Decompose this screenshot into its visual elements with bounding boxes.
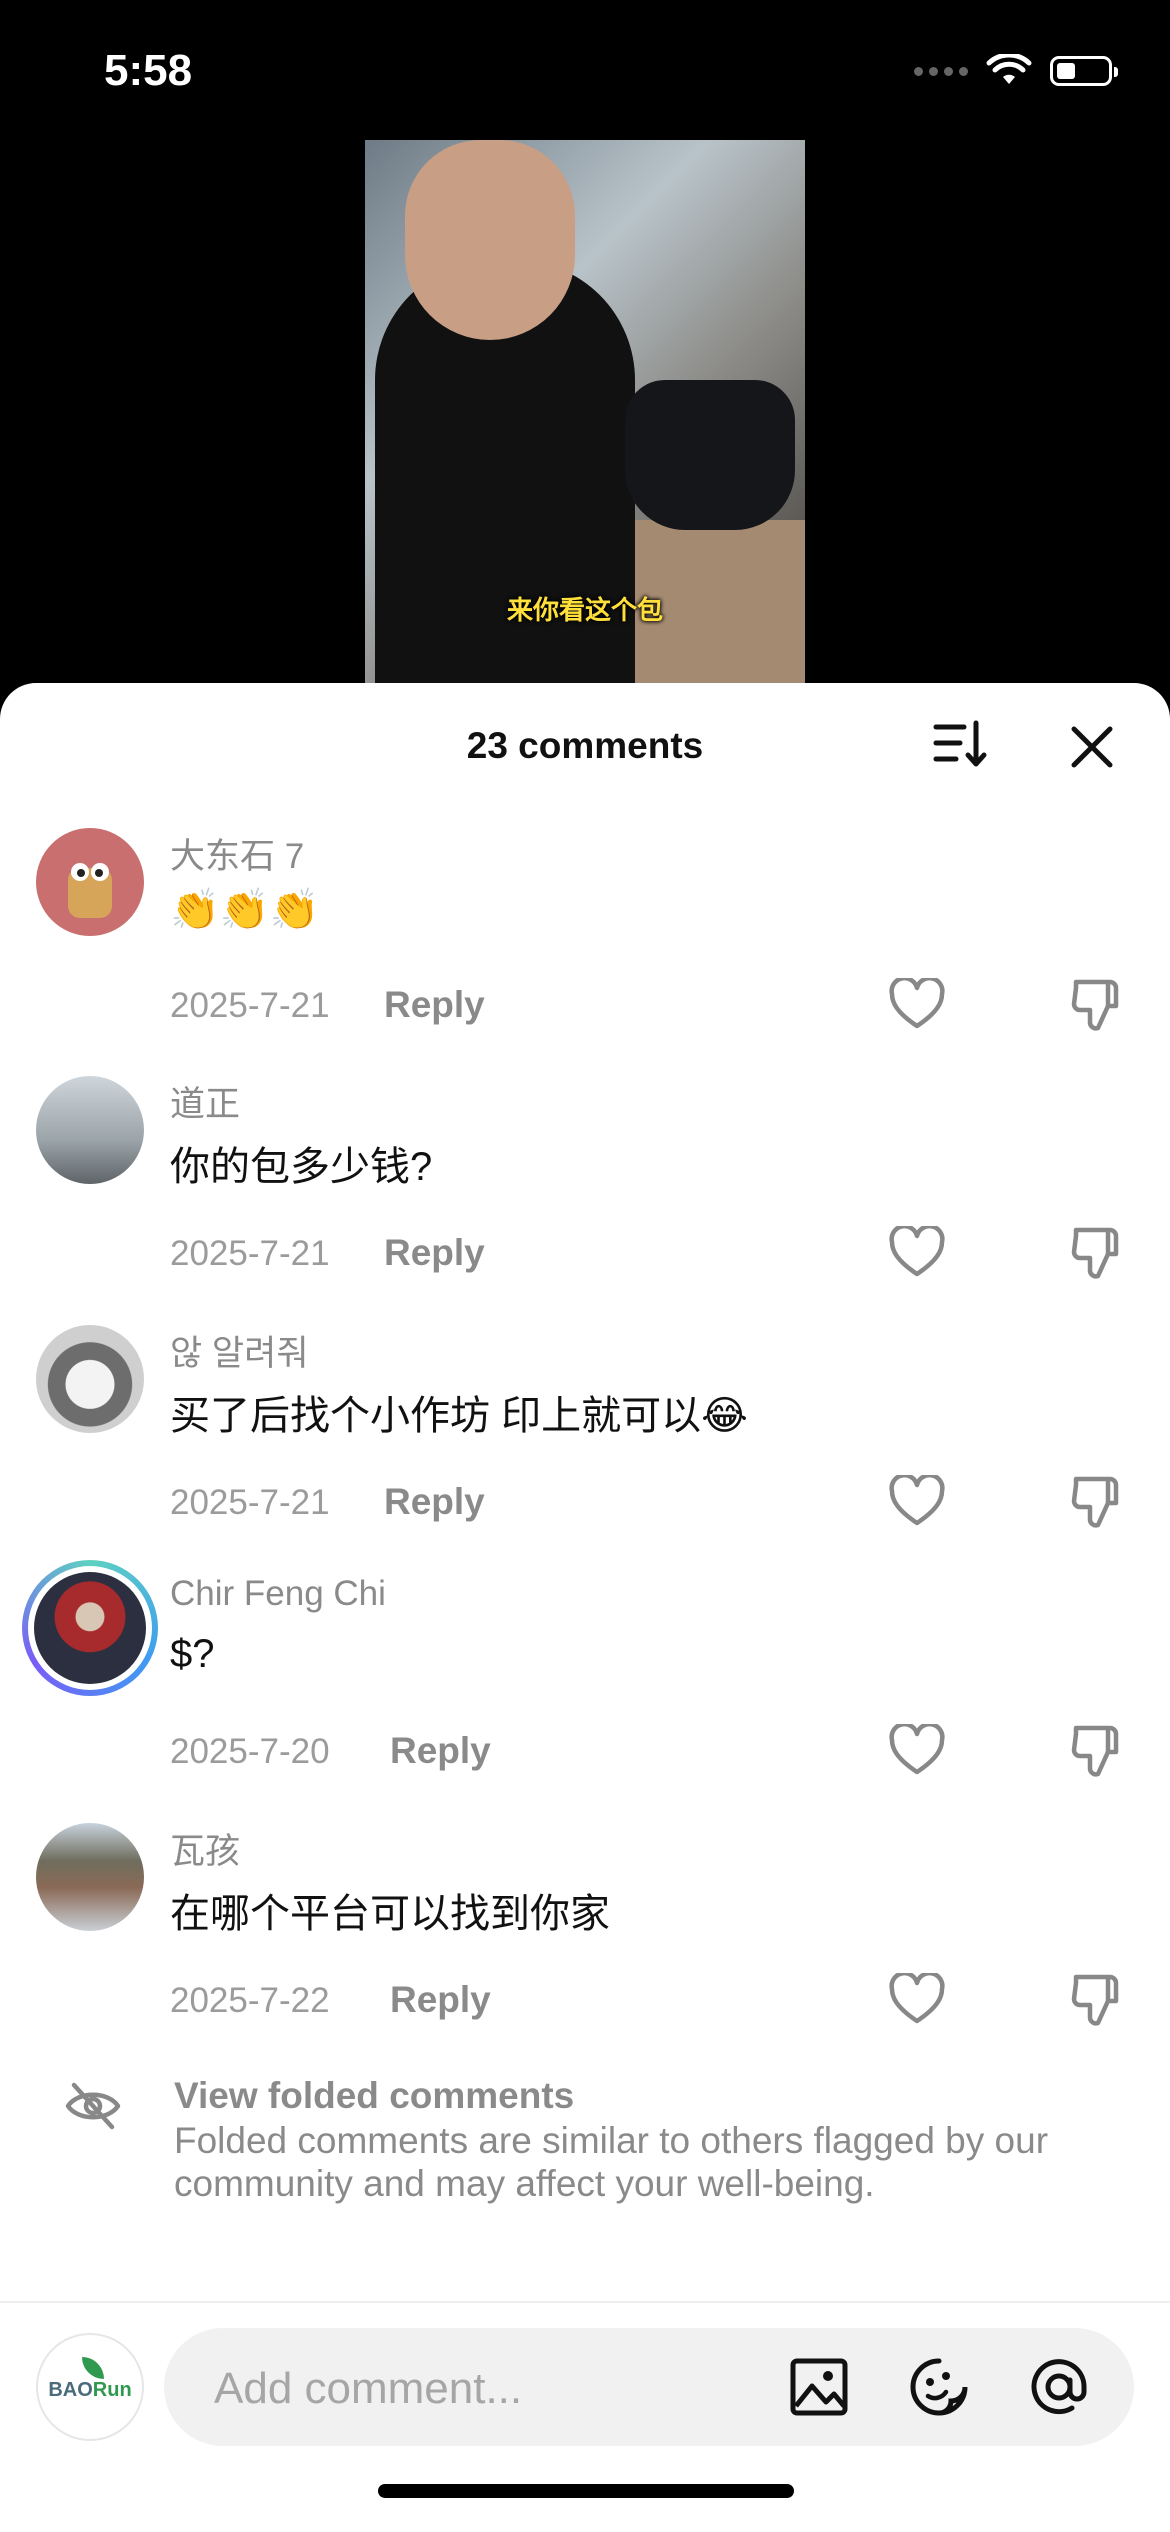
story-avatar[interactable] <box>22 1560 158 1696</box>
dislike-icon[interactable] <box>1070 1971 1126 2029</box>
comment-text: 你的包多少钱? <box>170 1145 433 1189</box>
image-icon[interactable] <box>788 2356 850 2418</box>
comments-sheet: 23 comments 大东石 7 👏👏👏 2025-7-21 Reply 道正… <box>0 683 1170 2532</box>
comment-item: 瓦孩 在哪个平台可以找到你家 2025-7-22 Reply <box>0 1823 1170 2071</box>
view-folded-comments[interactable]: View folded comments Folded comments are… <box>0 2073 1170 2233</box>
mention-icon[interactable] <box>1028 2356 1090 2418</box>
dislike-icon[interactable] <box>1070 1722 1126 1780</box>
dislike-icon[interactable] <box>1070 1473 1126 1531</box>
comment-text: 买了后找个小作坊 印上就可以😂 <box>170 1394 748 1438</box>
comment-date: 2025-7-20 <box>170 1732 330 1771</box>
heart-icon[interactable] <box>888 1724 946 1778</box>
sort-icon[interactable] <box>932 717 988 771</box>
reply-button[interactable]: Reply <box>390 1979 491 2021</box>
reply-button[interactable]: Reply <box>384 984 485 1026</box>
comment-username[interactable]: 않 알려줘 <box>170 1325 309 1376</box>
comment-item: 않 알려줘 买了后找个小作坊 印上就可以😂 2025-7-21 Reply <box>0 1325 1170 1573</box>
dislike-icon[interactable] <box>1070 1224 1126 1282</box>
comment-item: 道正 你的包多少钱? 2025-7-21 Reply <box>0 1076 1170 1324</box>
avatar[interactable] <box>36 1325 144 1433</box>
avatar-logo: BAORun <box>48 2379 132 2401</box>
avatar[interactable] <box>36 828 144 936</box>
status-icons <box>914 54 1118 88</box>
home-indicator <box>378 2484 794 2498</box>
status-time: 5:58 <box>104 46 193 95</box>
heart-icon[interactable] <box>888 1475 946 1529</box>
folded-comments-description: Folded comments are similar to others fl… <box>174 2120 1049 2204</box>
user-avatar[interactable]: BAORun <box>36 2333 144 2441</box>
heart-icon[interactable] <box>888 978 946 1032</box>
sticker-icon[interactable] <box>908 2356 970 2418</box>
divider <box>0 2301 1170 2303</box>
leaf-icon <box>82 2357 104 2379</box>
reply-button[interactable]: Reply <box>384 1232 485 1274</box>
comment-placeholder: Add comment... <box>214 2364 523 2413</box>
heart-icon[interactable] <box>888 1226 946 1280</box>
comment-date: 2025-7-21 <box>170 986 330 1025</box>
reply-button[interactable]: Reply <box>390 1730 491 1772</box>
close-icon[interactable] <box>1068 723 1116 771</box>
comment-date: 2025-7-21 <box>170 1234 330 1273</box>
comment-date: 2025-7-21 <box>170 1483 330 1522</box>
comment-item: Chir Feng Chi $? 2025-7-20 Reply <box>0 1560 1170 1822</box>
avatar[interactable] <box>36 1076 144 1184</box>
comment-date: 2025-7-22 <box>170 1981 330 2020</box>
comment-username[interactable]: 大东石 7 <box>170 828 304 879</box>
dislike-icon[interactable] <box>1070 976 1126 1034</box>
eye-off-icon <box>65 2082 121 2130</box>
comment-text: 👏👏👏 <box>170 888 320 932</box>
comment-username[interactable]: 道正 <box>170 1076 240 1127</box>
comment-item: 大东石 7 👏👏👏 2025-7-21 Reply <box>0 828 1170 1076</box>
video-caption: 来你看这个包 <box>506 595 663 625</box>
comment-input[interactable]: Add comment... <box>164 2328 1134 2446</box>
battery-icon <box>1050 56 1118 86</box>
heart-icon[interactable] <box>888 1973 946 2027</box>
avatar[interactable] <box>36 1823 144 1931</box>
comment-username[interactable]: 瓦孩 <box>170 1823 240 1874</box>
folded-comments-title[interactable]: View folded comments <box>174 2075 574 2117</box>
comment-text: 在哪个平台可以找到你家 <box>170 1892 610 1936</box>
reply-button[interactable]: Reply <box>384 1481 485 1523</box>
signal-icon <box>914 66 968 76</box>
wifi-icon <box>986 54 1032 84</box>
comment-text: $? <box>170 1632 215 1676</box>
video-player[interactable]: 来你看这个包 <box>365 140 805 685</box>
comment-username[interactable]: Chir Feng Chi <box>170 1574 386 1614</box>
comments-count-title: 23 comments <box>466 725 704 766</box>
